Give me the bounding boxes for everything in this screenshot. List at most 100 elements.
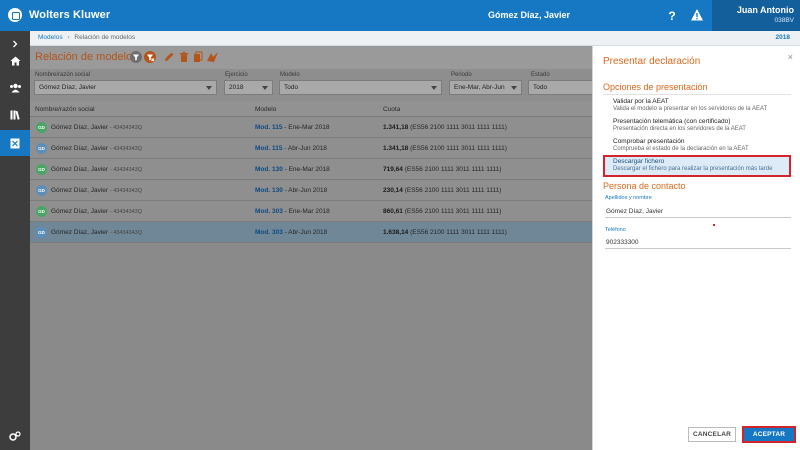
fiscal-year-selector[interactable]: 2018 bbox=[776, 34, 790, 41]
client-nif: - 43434343Q bbox=[109, 125, 142, 131]
option-description: Descargar el fichero para realizar la pr… bbox=[613, 166, 773, 172]
option-check-presentation[interactable]: Comprobar presentación Comprueba el esta… bbox=[603, 136, 791, 155]
client-nif: - 43434343Q bbox=[109, 146, 142, 152]
list-header: Relación de modelos bbox=[30, 46, 592, 69]
filter-period-select[interactable]: Ene-Mar, Abr-Jun bbox=[449, 80, 522, 95]
table-header: Nombre/razón social Modelo Cuota bbox=[30, 101, 592, 117]
clear-filter-icon[interactable] bbox=[144, 51, 156, 63]
client-nif: - 43434343Q bbox=[109, 167, 142, 173]
warning-icon[interactable] bbox=[690, 8, 706, 24]
contact-heading: Persona de contacto bbox=[603, 181, 686, 191]
client-avatar: GD bbox=[36, 143, 47, 154]
amount-cell: 1.341,18 (ES56 2100 1111 3011 1111 1111) bbox=[383, 124, 507, 131]
chevron-down-icon bbox=[206, 86, 212, 90]
breadcrumb-separator: › bbox=[67, 34, 70, 41]
accept-button[interactable]: ACEPTAR bbox=[742, 426, 796, 443]
column-header-name[interactable]: Nombre/razón social bbox=[35, 106, 95, 113]
client-cell: Gómez Díaz, Javier - 43434343Q bbox=[51, 124, 142, 131]
tax-models-icon[interactable] bbox=[0, 130, 30, 156]
client-name: Gómez Díaz, Javier bbox=[51, 145, 109, 152]
user-name: Juan Antonio bbox=[736, 5, 794, 15]
delete-icon[interactable] bbox=[178, 51, 190, 63]
option-telematic-presentation[interactable]: Presentación telemática (con certificado… bbox=[603, 116, 791, 135]
option-description: Comprueba el estado de la declaración en… bbox=[613, 146, 749, 152]
clients-icon[interactable] bbox=[0, 75, 30, 101]
filter-model-select[interactable]: Todo bbox=[279, 80, 442, 95]
model-cell: Mod. 130 - Ene-Mar 2018 bbox=[255, 166, 330, 173]
table-row[interactable]: GD Gómez Díaz, Javier - 43434343Q Mod. 130… bbox=[30, 159, 592, 180]
model-period: - Abr-Jun 2018 bbox=[284, 229, 328, 236]
filter-status-value: Todo bbox=[533, 84, 548, 91]
help-icon[interactable]: ? bbox=[664, 8, 680, 24]
model-period: - Abr-Jun 2018 bbox=[284, 187, 328, 194]
present-icon[interactable] bbox=[206, 51, 218, 63]
filter-status-select[interactable]: Todo bbox=[528, 80, 592, 95]
client-cell: Gómez Díaz, Javier - 43434343Q bbox=[51, 145, 142, 152]
model-period: - Ene-Mar 2018 bbox=[284, 124, 330, 131]
edit-icon[interactable] bbox=[163, 51, 175, 63]
option-title: Validar por la AEAT bbox=[613, 98, 669, 105]
table-row[interactable]: GD Gómez Díaz, Javier - 43434343Q Mod. 115… bbox=[30, 138, 592, 159]
client-avatar: GD bbox=[36, 206, 47, 217]
library-icon[interactable] bbox=[0, 102, 30, 128]
settings-icon[interactable] bbox=[0, 423, 30, 449]
close-icon[interactable]: × bbox=[788, 52, 793, 62]
model-name[interactable]: Mod. 303 bbox=[255, 208, 283, 215]
model-name[interactable]: Mod. 115 bbox=[255, 124, 282, 131]
option-validate-aeat[interactable]: Validar por la AEAT Valida el modelo a p… bbox=[603, 96, 791, 115]
column-header-amount[interactable]: Cuota bbox=[383, 106, 400, 113]
page-title: Relación de modelos bbox=[35, 51, 138, 63]
contact-name-label: Apellidos y nombre bbox=[605, 195, 652, 201]
panel-title: Presentar declaración bbox=[603, 56, 701, 67]
amount-value: 1.341,18 bbox=[383, 124, 409, 131]
model-name[interactable]: Mod. 303 bbox=[255, 229, 283, 236]
breadcrumb-modelos-link[interactable]: Modelos bbox=[38, 34, 63, 41]
client-avatar: GD bbox=[36, 164, 47, 175]
cancel-button[interactable]: CANCELAR bbox=[688, 427, 736, 442]
breadcrumb-current: Relación de modelos bbox=[74, 34, 136, 41]
left-nav-rail bbox=[0, 31, 30, 450]
client-nif: - 43434343Q bbox=[109, 188, 142, 194]
filter-model-value: Todo bbox=[284, 84, 299, 91]
home-icon[interactable] bbox=[0, 48, 30, 74]
model-period: - Ene-Mar 2018 bbox=[284, 166, 330, 173]
amount-cell: 1.638,14 (ES56 2100 1111 3011 1111 1111) bbox=[383, 229, 507, 236]
user-menu[interactable]: Juan Antonio 038BV bbox=[712, 0, 800, 31]
table-row[interactable]: GD Gómez Díaz, Javier - 43434343Q Mod. 303… bbox=[30, 201, 592, 222]
model-cell: Mod. 303 - Abr-Jun 2018 bbox=[255, 229, 327, 236]
model-name[interactable]: Mod. 130 bbox=[255, 187, 283, 194]
client-nif: - 43434343Q bbox=[109, 209, 142, 215]
filters-bar: Nombre/razón social Gómez Díaz, Javier E… bbox=[30, 69, 592, 101]
table-row[interactable]: GD Gómez Díaz, Javier - 43434343Q Mod. 115… bbox=[30, 117, 592, 138]
brand[interactable]: Wolters Kluwer bbox=[8, 8, 110, 22]
option-download-file[interactable]: Descargar fichero Descargar el fichero p… bbox=[603, 155, 791, 177]
iban: (ES56 2100 1111 3011 1111 1111) bbox=[410, 124, 507, 131]
iban: (ES56 2100 1111 3011 1111 1111) bbox=[410, 145, 507, 152]
wolters-kluwer-logo-icon bbox=[8, 8, 22, 22]
client-cell: Gómez Díaz, Javier - 43434343Q bbox=[51, 166, 142, 173]
amount-value: 230,14 bbox=[383, 187, 403, 194]
filter-year-select[interactable]: 2018 bbox=[224, 80, 273, 95]
model-name[interactable]: Mod. 115 bbox=[255, 145, 282, 152]
copy-icon[interactable] bbox=[192, 51, 204, 63]
client-avatar: GD bbox=[36, 122, 47, 133]
column-header-model[interactable]: Modelo bbox=[255, 106, 276, 113]
client-name: Gómez Díaz, Javier bbox=[51, 187, 109, 194]
contact-name-field[interactable] bbox=[605, 205, 791, 218]
filter-label-name: Nombre/razón social bbox=[35, 72, 91, 78]
chevron-down-icon bbox=[262, 86, 268, 90]
filter-year-value: 2018 bbox=[229, 84, 244, 91]
contact-phone-field[interactable] bbox=[605, 236, 791, 249]
client-cell: Gómez Díaz, Javier - 43434343Q bbox=[51, 229, 142, 236]
filter-label-status: Estado bbox=[531, 72, 550, 78]
breadcrumb: Modelos › Relación de modelos 2018 bbox=[30, 31, 800, 46]
divider bbox=[603, 94, 791, 95]
filter-icon[interactable] bbox=[130, 51, 142, 63]
client-name: Gómez Díaz, Javier bbox=[51, 229, 109, 236]
required-marker bbox=[713, 224, 715, 226]
table-row[interactable]: GD Gómez Díaz, Javier - 43434343Q Mod. 303… bbox=[30, 222, 592, 243]
model-name[interactable]: Mod. 130 bbox=[255, 166, 283, 173]
amount-cell: 719,64 (ES56 2100 1111 3011 1111 1111) bbox=[383, 166, 501, 173]
table-row[interactable]: GD Gómez Díaz, Javier - 43434343Q Mod. 130… bbox=[30, 180, 592, 201]
filter-name-select[interactable]: Gómez Díaz, Javier bbox=[34, 80, 217, 95]
